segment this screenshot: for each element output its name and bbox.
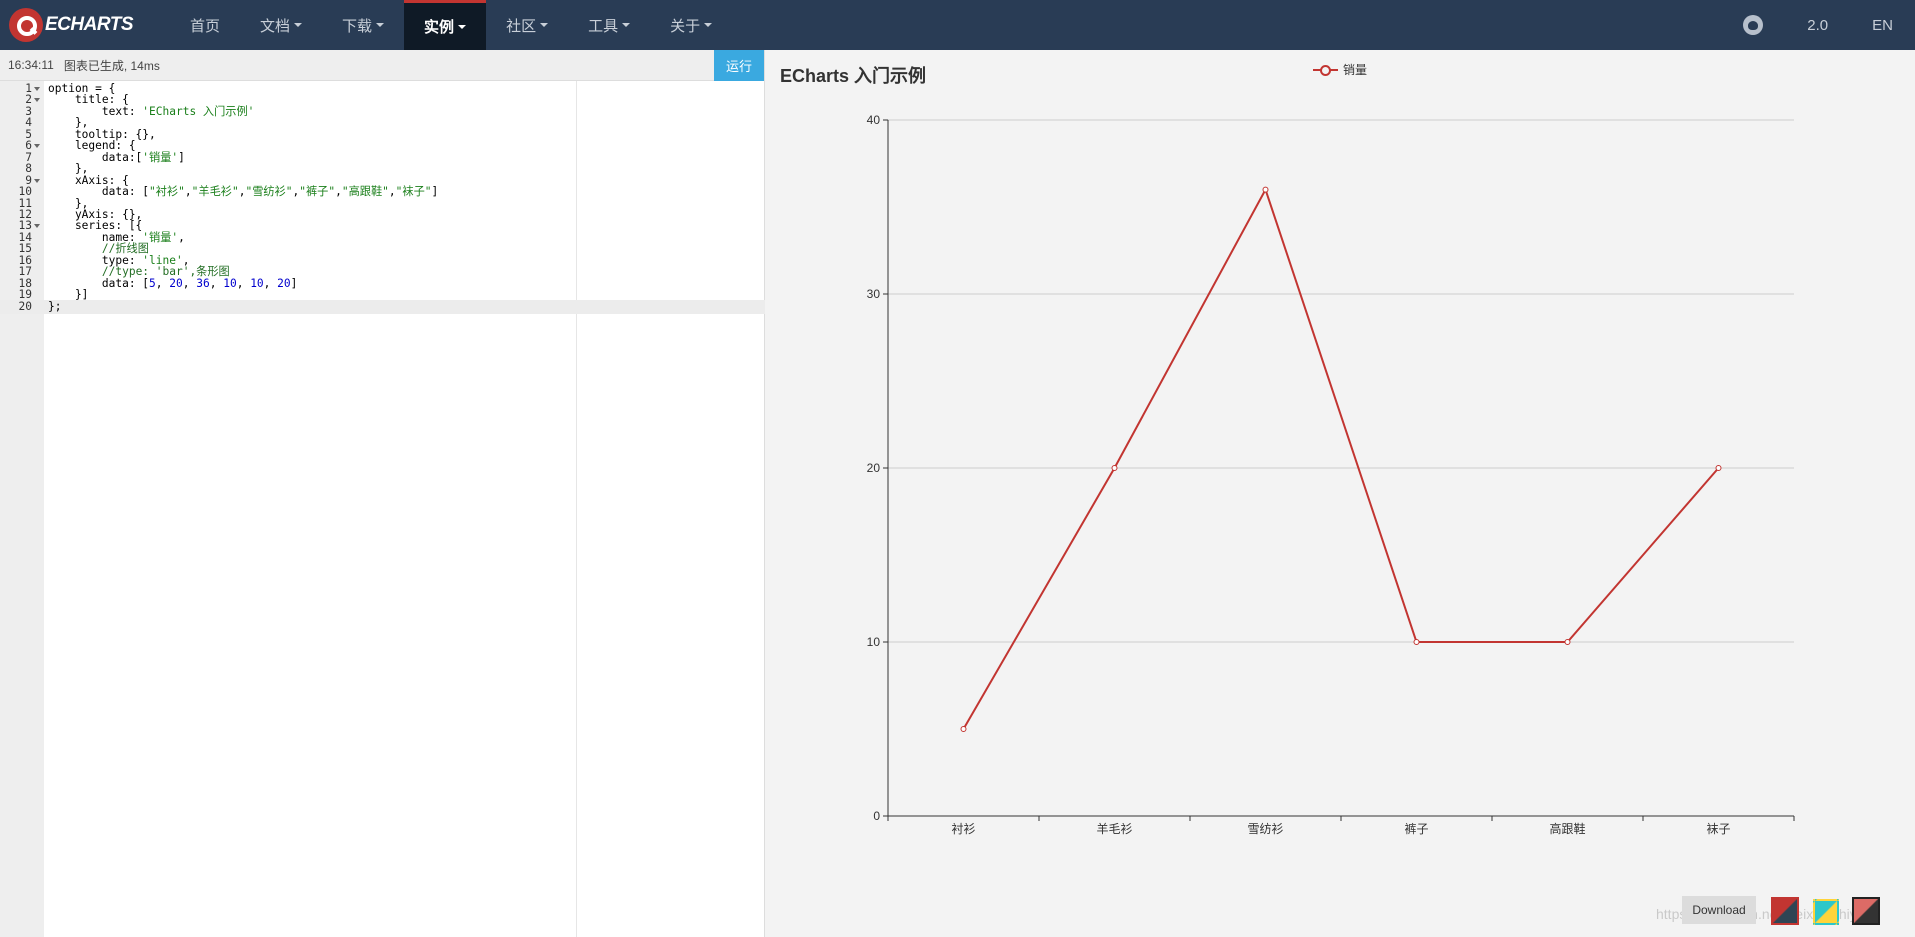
echarts-logo[interactable]: ECHARTS [0, 0, 170, 50]
x-tick-label: 羊毛衫 [1096, 821, 1132, 836]
nav-item-3[interactable]: 实例 [404, 0, 487, 50]
nav-item-label: 工具 [588, 17, 619, 35]
nav-item-label: 实例 [424, 19, 455, 36]
code-text: }; [48, 299, 62, 313]
data-point [1715, 465, 1722, 471]
y-tick-label: 0 [873, 809, 880, 823]
nav-item-5[interactable]: 工具 [568, 0, 650, 50]
chart-legend[interactable]: 销量 [1313, 61, 1367, 78]
nav-item-label: 社区 [506, 17, 537, 35]
x-tick-label: 高跟鞋 [1549, 821, 1585, 836]
chart-preview-panel: 0 10 20 30 40 衬衫 羊毛衫 雪纺衫 裤子 高跟鞋 袜子 ECharts 入门示例 销量… [766, 50, 1915, 937]
nav-item-label: 下载 [342, 17, 373, 35]
x-tick-label: 袜子 [1706, 822, 1730, 836]
nav-item-2[interactable]: 下载 [322, 0, 404, 50]
code-editor-panel: 16:34:11 图表已生成, 14ms 运行 1 option = {2 tit… [0, 50, 765, 937]
legend-label: 销量 [1343, 63, 1368, 77]
nav-item-6[interactable]: 关于 [650, 0, 732, 50]
code-editor[interactable]: 1 option = {2 title: {3 text: 'ECharts 入门… [0, 81, 765, 937]
caret-down-icon [622, 23, 631, 27]
nav-item-0[interactable]: 首页 [170, 0, 240, 50]
logo-text: ECHARTS [45, 14, 134, 35]
fold-arrow-icon[interactable] [34, 224, 40, 229]
x-tick-label: 裤子 [1404, 822, 1428, 836]
nav-item-1[interactable]: 文档 [240, 0, 322, 50]
status-text: 图表已生成, 14ms [63, 58, 160, 73]
run-button[interactable]: 运行 [714, 50, 764, 81]
y-tick-label: 10 [867, 635, 881, 649]
status-time: 16:34:11 [8, 58, 54, 72]
data-point [1413, 639, 1420, 645]
caret-down-icon [704, 23, 713, 27]
caret-down-icon [540, 23, 549, 27]
theme-dark-icon[interactable] [1852, 897, 1880, 925]
x-tick-label: 雪纺衫 [1247, 822, 1283, 836]
y-tick-label: 20 [867, 461, 881, 475]
caret-down-icon [458, 24, 467, 29]
nav-item-label: 文档 [260, 17, 291, 35]
github-icon [1743, 15, 1764, 35]
github-link[interactable] [1721, 0, 1785, 50]
version-link[interactable]: 2.0 [1785, 0, 1850, 50]
nav-item-label: 首页 [190, 17, 221, 35]
series-line [962, 187, 1720, 730]
top-navbar: ECHARTS 首页 文档 下载 实例 社区 工具 关于 2.0 EN [0, 0, 1915, 50]
line-number: 20 [18, 299, 32, 313]
fold-arrow-icon[interactable] [34, 178, 40, 183]
echarts-logo-icon [9, 8, 43, 42]
y-tick-label: 40 [867, 113, 881, 127]
theme-light-icon[interactable] [1813, 899, 1839, 925]
data-point [1262, 186, 1269, 193]
download-button[interactable]: Download [1682, 896, 1756, 924]
y-tick-label: 30 [867, 287, 881, 301]
fold-arrow-icon[interactable] [34, 144, 40, 149]
legend-line-icon [1313, 63, 1338, 77]
fold-arrow-icon[interactable] [34, 98, 40, 103]
editor-status-bar: 16:34:11 图表已生成, 14ms 运行 [0, 50, 764, 81]
caret-down-icon [294, 23, 303, 27]
fold-arrow-icon[interactable] [34, 87, 40, 91]
data-point [1564, 639, 1571, 645]
language-toggle[interactable]: EN [1850, 0, 1915, 50]
code-line: 20}; [0, 299, 765, 314]
nav-item-4[interactable]: 社区 [486, 0, 568, 50]
nav-right: 2.0 EN [1721, 0, 1915, 50]
nav-item-label: 关于 [670, 17, 701, 35]
data-point [960, 726, 967, 732]
caret-down-icon [376, 23, 385, 27]
x-tick-label: 衬衫 [951, 822, 975, 836]
data-point [1111, 465, 1118, 471]
chart-title: ECharts 入门示例 [780, 66, 927, 86]
theme-default-icon[interactable] [1771, 897, 1799, 925]
line-chart: 0 10 20 30 40 衬衫 羊毛衫 雪纺衫 裤子 高跟鞋 袜子 [867, 113, 1795, 836]
main-nav: 首页 文档 下载 实例 社区 工具 关于 [170, 0, 732, 50]
